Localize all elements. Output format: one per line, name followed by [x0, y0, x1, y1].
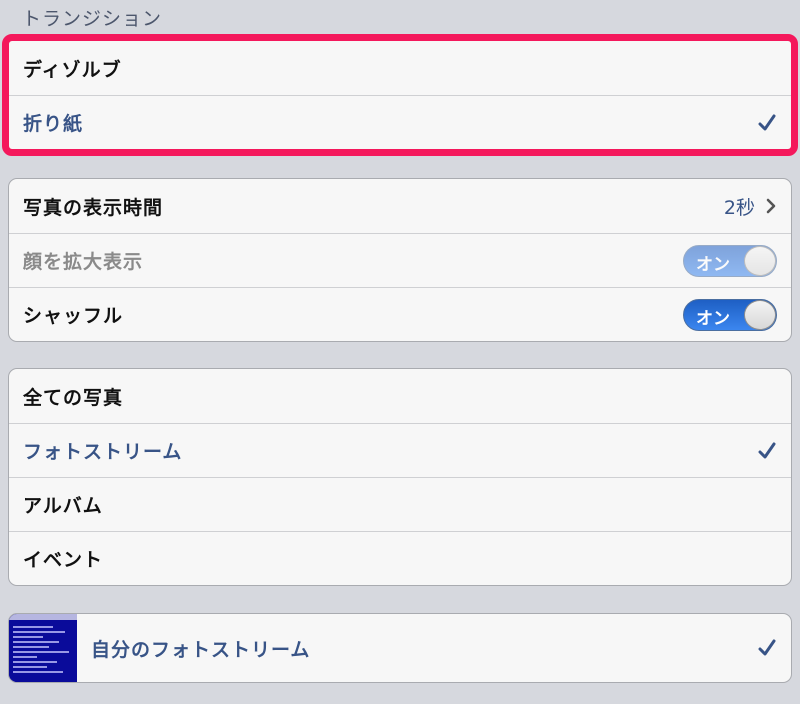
- my-photo-stream-group: 自分のフォトストリーム: [8, 613, 792, 683]
- toggle-knob: [744, 245, 776, 276]
- source-label: イベント: [23, 549, 104, 571]
- display-settings-group: 写真の表示時間 2秒 顔を拡大表示 オン シャッフル オン: [8, 178, 792, 342]
- option-label: ディゾルブ: [23, 58, 122, 81]
- transition-group: ディゾルブ 折り紙: [2, 34, 798, 156]
- my-photo-stream-label: 自分のフォトストリーム: [91, 638, 311, 661]
- source-label: 全ての写真: [23, 386, 124, 409]
- checkmark-icon: [758, 442, 776, 458]
- shuffle-toggle[interactable]: オン: [683, 298, 777, 331]
- option-label: 折り紙: [23, 113, 84, 135]
- photo-stream-thumbnail: [9, 614, 77, 682]
- section-header-transition: トランジション: [22, 8, 163, 30]
- slide-duration-value: 2秒: [723, 196, 755, 219]
- zoom-faces-label: 顔を拡大表示: [23, 251, 144, 273]
- transition-option-dissolve[interactable]: ディゾルブ: [9, 41, 791, 95]
- checkmark-icon: [758, 639, 776, 656]
- transition-option-origami[interactable]: 折り紙: [9, 95, 791, 149]
- photo-source-group: 全ての写真 フォトストリーム アルバム イベント: [8, 368, 792, 586]
- source-all-photos[interactable]: 全ての写真: [9, 369, 791, 423]
- thumbnail-image-icon: [9, 614, 77, 682]
- source-events[interactable]: イベント: [9, 531, 791, 585]
- toggle-on-text: オン: [696, 308, 730, 329]
- chevron-right-icon: [766, 198, 776, 214]
- toggle-on-text: オン: [696, 254, 730, 275]
- zoom-faces-row: 顔を拡大表示 オン: [9, 233, 791, 287]
- slide-duration-label: 写真の表示時間: [23, 196, 164, 219]
- source-albums[interactable]: アルバム: [9, 477, 791, 531]
- source-label: フォトストリーム: [23, 441, 183, 463]
- toggle-knob: [744, 299, 776, 330]
- shuffle-row: シャッフル オン: [9, 287, 791, 341]
- checkmark-icon: [758, 114, 776, 130]
- source-label: アルバム: [23, 495, 103, 517]
- slide-duration-row[interactable]: 写真の表示時間 2秒: [9, 179, 791, 233]
- my-photo-stream-row[interactable]: 自分のフォトストリーム: [9, 614, 791, 682]
- source-photo-stream[interactable]: フォトストリーム: [9, 423, 791, 477]
- zoom-faces-toggle[interactable]: オン: [683, 244, 777, 277]
- shuffle-label: シャッフル: [23, 305, 124, 327]
